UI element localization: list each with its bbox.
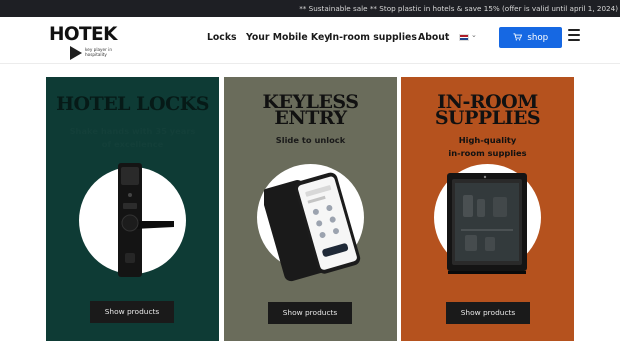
- nav-link-about[interactable]: About: [418, 32, 449, 43]
- nav-link-locks[interactable]: Locks: [207, 32, 237, 43]
- show-products-button[interactable]: Show products: [268, 302, 352, 324]
- card-hotel-locks[interactable]: HOTEL LOCKS Shake hands with 35 years of…: [46, 77, 219, 341]
- hamburger-menu-icon[interactable]: [568, 29, 580, 41]
- door-lock-icon: [118, 163, 174, 277]
- chevron-down-icon[interactable]: ⌄: [471, 31, 477, 39]
- nav-link-in-room-supplies[interactable]: In-room supplies: [329, 32, 417, 43]
- hotek-logo[interactable]: HOTEK key player in hospitality: [49, 25, 139, 61]
- play-triangle-icon: [70, 46, 82, 60]
- card-subtitle: Slide to unlock: [275, 135, 346, 145]
- logo-wordmark: HOTEK: [49, 24, 117, 45]
- card-title: KEYLESS ENTRY: [262, 91, 359, 129]
- show-products-button[interactable]: Show products: [446, 302, 530, 324]
- smartphone-icon: [264, 172, 361, 282]
- nav-link-mobile-key[interactable]: Your Mobile Key: [246, 32, 330, 43]
- card-keyless-entry[interactable]: KEYLESS ENTRY Slide to unlock Show produ…: [224, 77, 397, 341]
- shop-button[interactable]: shop: [499, 27, 562, 48]
- show-products-button[interactable]: Show products: [90, 301, 174, 323]
- cart-icon: [513, 33, 525, 42]
- card-title: IN-ROOM SUPPLIES: [434, 91, 541, 129]
- language-flag-icon[interactable]: [459, 34, 469, 41]
- site-header: HOTEK key player in hospitality Locks Yo…: [0, 17, 620, 64]
- shop-label: shop: [527, 33, 549, 43]
- minibar-fridge-icon: [447, 173, 527, 274]
- card-title: HOTEL LOCKS: [56, 93, 209, 115]
- card-in-room-supplies[interactable]: IN-ROOM SUPPLIES High-quality in-room su…: [401, 77, 574, 341]
- logo-tagline: key player in hospitality: [85, 47, 112, 57]
- card-subtitle: High-quality in-room supplies: [448, 135, 527, 158]
- card-subtitle: Shake hands with 35 years of excellence: [69, 126, 196, 149]
- announcement-text: ** Sustainable sale ** Stop plastic in h…: [299, 4, 618, 13]
- announcement-bar: ** Sustainable sale ** Stop plastic in h…: [0, 0, 620, 17]
